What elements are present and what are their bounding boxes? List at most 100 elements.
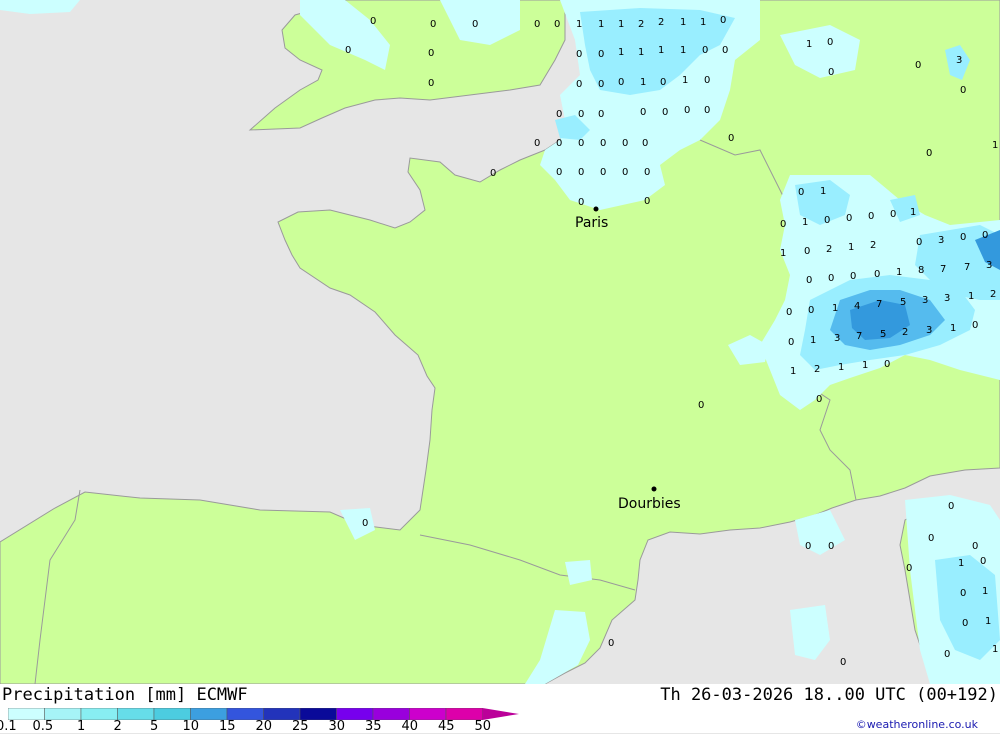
- value-label: 0: [808, 305, 814, 316]
- color-scale-tick-label: 15: [219, 719, 236, 734]
- value-label: 1: [598, 19, 604, 30]
- value-label: 0: [788, 337, 794, 348]
- value-label: 0: [846, 213, 852, 224]
- color-scale-box: [80, 708, 118, 720]
- precipitation-map: 0 0 0 0 0 1 1 1 2 2 1 1 0 0 0 0 0 1 1 1 …: [0, 0, 1000, 684]
- value-label: 0: [824, 215, 830, 226]
- value-label: 0: [430, 19, 436, 30]
- value-label: 1: [896, 267, 902, 278]
- value-label: 0: [644, 196, 650, 207]
- color-scale-tick-label: 5: [150, 719, 159, 734]
- value-label: 7: [876, 299, 882, 310]
- color-scale-tick-label: 40: [401, 719, 419, 734]
- value-label: 1: [950, 323, 956, 334]
- value-label: 0: [786, 307, 792, 318]
- value-label: 0: [534, 138, 540, 149]
- value-label: 1: [862, 360, 868, 371]
- value-label: 0: [962, 618, 968, 629]
- value-label: 8: [918, 265, 924, 276]
- legend-title: Precipitation [mm] ECMWF: [2, 685, 248, 705]
- value-label: 0: [960, 232, 966, 243]
- value-label: 2: [870, 240, 876, 251]
- value-label: 0: [874, 269, 880, 280]
- value-label: 0: [618, 77, 624, 88]
- credit-link[interactable]: ©weatheronline.co.uk: [856, 718, 978, 731]
- value-label: 0: [472, 19, 478, 30]
- value-label: 1: [802, 217, 808, 228]
- value-label: 0: [622, 167, 628, 178]
- city-label: Dourbies: [618, 496, 681, 512]
- value-label: 0: [828, 273, 834, 284]
- value-label: 0: [805, 541, 811, 552]
- city-dot: [593, 206, 599, 212]
- value-label: 0: [428, 48, 434, 59]
- value-label: 0: [644, 167, 650, 178]
- value-label: 0: [944, 649, 950, 660]
- value-label: 0: [600, 167, 606, 178]
- value-label: 0: [598, 109, 604, 120]
- color-scale-tick-label: 20: [255, 719, 273, 734]
- value-label: 0: [906, 563, 912, 574]
- value-label: 1: [910, 207, 916, 218]
- value-label: 2: [902, 327, 908, 338]
- value-label: 0: [722, 45, 728, 56]
- color-scale-tick-label: 35: [365, 719, 382, 734]
- value-label: 1: [658, 45, 664, 56]
- value-label: 0: [704, 105, 710, 116]
- value-label: 0: [926, 148, 932, 159]
- value-label: 0: [556, 167, 562, 178]
- value-label: 0: [704, 75, 710, 86]
- color-scale-box: [117, 708, 155, 720]
- value-label: 7: [964, 262, 970, 273]
- value-label: 3: [926, 325, 932, 336]
- value-label: 0: [622, 138, 628, 149]
- value-label: 0: [816, 394, 822, 405]
- value-label: 0: [972, 541, 978, 552]
- value-label: 0: [780, 219, 786, 230]
- value-label: 3: [938, 235, 944, 246]
- color-scale-tick-label: 45: [438, 719, 455, 734]
- value-label: 1: [680, 17, 686, 28]
- city-dot: [651, 486, 657, 492]
- value-label: 1: [968, 291, 974, 302]
- value-label: 0: [960, 588, 966, 599]
- value-label: 0: [868, 211, 874, 222]
- value-label: 7: [940, 264, 946, 275]
- value-label: 0: [662, 107, 668, 118]
- value-label: 0: [698, 400, 704, 411]
- value-label: 0: [556, 138, 562, 149]
- value-label: 0: [884, 359, 890, 370]
- value-label: 1: [992, 644, 998, 655]
- value-label: 7: [856, 331, 862, 342]
- value-label: 0: [960, 85, 966, 96]
- value-label: 1: [576, 19, 582, 30]
- value-label: 1: [682, 75, 688, 86]
- value-label: 0: [642, 138, 648, 149]
- value-label: 0: [827, 37, 833, 48]
- value-label: 0: [554, 19, 560, 30]
- value-label: 0: [720, 15, 726, 26]
- value-label: 5: [880, 329, 886, 340]
- value-label: 1: [806, 39, 812, 50]
- value-label: 2: [658, 17, 664, 28]
- value-label: 3: [834, 333, 840, 344]
- value-label: 1: [820, 186, 826, 197]
- value-label: 1: [985, 616, 991, 627]
- value-label: 0: [362, 518, 368, 529]
- color-scale-tick-label: 50: [474, 719, 492, 734]
- value-label: 0: [598, 79, 604, 90]
- legend-footer: Precipitation [mm] ECMWF Th 26-03-2026 1…: [0, 684, 1000, 734]
- value-label: 0: [806, 275, 812, 286]
- value-label: 0: [345, 45, 351, 56]
- value-label: 0: [980, 556, 986, 567]
- value-label: 2: [826, 244, 832, 255]
- value-label: 3: [922, 295, 928, 306]
- value-label: 0: [804, 246, 810, 257]
- color-scale-tick-label: 25: [292, 719, 309, 734]
- value-label: 1: [638, 47, 644, 58]
- value-label: 0: [598, 49, 604, 60]
- value-label: 0: [982, 230, 988, 241]
- value-label: 0: [428, 78, 434, 89]
- value-label: 1: [780, 248, 786, 259]
- value-label: 0: [972, 320, 978, 331]
